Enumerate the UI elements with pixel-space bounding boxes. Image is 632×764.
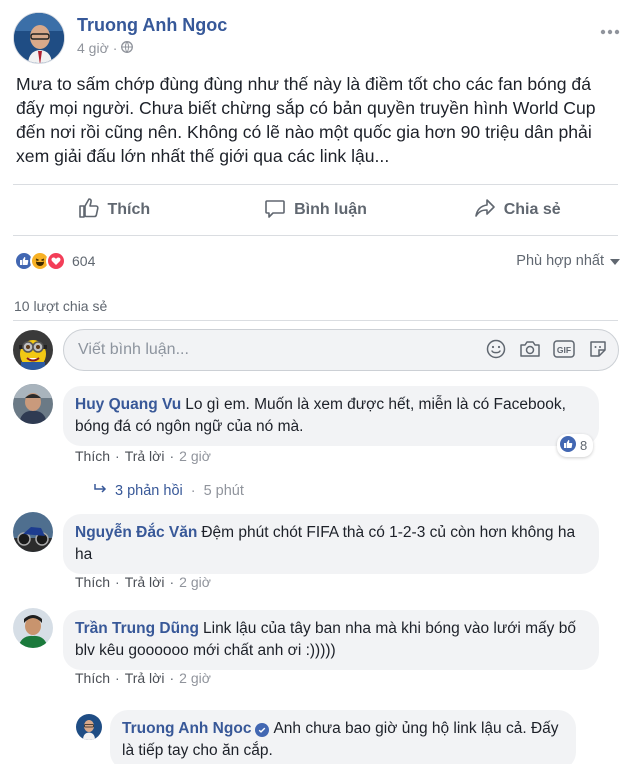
dot-separator: · [115, 670, 120, 686]
dot-separator: · [169, 574, 175, 590]
comment-bubble: Trần Trung Dũng Link lậu của tây ban nha … [63, 610, 599, 670]
comment-author[interactable]: Nguyễn Đắc Văn [75, 524, 197, 541]
like-reaction-icon [560, 436, 576, 455]
comment-input-placeholder: Viết bình luận... [78, 341, 189, 358]
comment-reply-link[interactable]: Trả lời [125, 448, 165, 464]
comment-reply-link[interactable]: Trả lời [125, 574, 165, 590]
reply-bubble: Truong Anh Ngoc Anh chưa bao giờ ủng hộ l… [110, 710, 576, 764]
share-arrow-icon [474, 197, 496, 224]
caret-down-icon [610, 253, 620, 269]
share-button-label: Chia sẻ [503, 201, 561, 218]
comment-button-label: Bình luận [294, 201, 367, 218]
like-button-label: Thích [107, 201, 151, 218]
dot-separator: · [169, 448, 175, 464]
comment-reply-link[interactable]: Trả lời [125, 670, 165, 686]
svg-text:GIF: GIF [557, 345, 571, 355]
author-avatar[interactable] [13, 12, 65, 64]
verified-badge-icon [255, 723, 270, 737]
view-replies-link[interactable]: 3 phản hồi · 5 phút [93, 483, 244, 499]
gif-icon[interactable]: GIF [553, 338, 575, 360]
reply-author-avatar[interactable] [76, 714, 102, 740]
love-reaction-icon [46, 251, 66, 271]
dot-separator: · [190, 483, 196, 499]
comment-like-number: 8 [580, 438, 588, 453]
comment-actions: Thích · Trả lời · 2 giờ [75, 448, 211, 464]
post-action-bar: Thích Bình luận Chia sẻ [13, 184, 618, 236]
post-meta: 4 giờ · [77, 40, 134, 56]
commenter-avatar[interactable] [13, 512, 53, 552]
comment-composer: Viết bình luận... GIF [13, 328, 619, 372]
dot-separator: · [115, 574, 120, 590]
more-options-icon[interactable] [600, 18, 620, 41]
divider [13, 320, 618, 321]
comment-button[interactable]: Bình luận [215, 185, 417, 235]
dot-separator: · [169, 670, 175, 686]
comment-author[interactable]: Trần Trung Dũng [75, 620, 199, 637]
comment-sort-dropdown[interactable]: Phù hợp nhất [516, 253, 620, 269]
comment-like-link[interactable]: Thích [75, 574, 110, 590]
reaction-count[interactable]: 604 [72, 253, 95, 269]
comment-item: Huy Quang Vu Lo gì em. Muốn là xem được h… [13, 382, 619, 508]
emoji-icon[interactable] [485, 338, 507, 360]
commenter-avatar[interactable] [13, 608, 53, 648]
comment-bubble: Huy Quang Vu Lo gì em. Muốn là xem được h… [63, 386, 599, 446]
meta-separator: · [112, 40, 118, 56]
comment-actions: Thích · Trả lời · 2 giờ [75, 670, 211, 686]
replies-time: 5 phút [203, 483, 244, 499]
sticker-icon[interactable] [587, 338, 609, 360]
comment-bubble: Nguyễn Đắc Văn Đệm phút chót FIFA thà có … [63, 514, 599, 574]
comment-actions: Thích · Trả lời · 2 giờ [75, 574, 211, 590]
comment-time[interactable]: 2 giờ [179, 448, 211, 464]
composer-icons: GIF [485, 338, 609, 360]
thumbs-up-icon [78, 197, 100, 224]
reaction-icons[interactable] [14, 251, 66, 271]
post-header: Truong Anh Ngoc 4 giờ · [13, 12, 632, 66]
current-user-avatar[interactable] [13, 330, 53, 370]
dot-separator: · [115, 448, 120, 464]
reactions-row: 604 Phù hợp nhất [14, 248, 620, 274]
comment-like-link[interactable]: Thích [75, 670, 110, 686]
globe-icon [121, 40, 134, 56]
share-button[interactable]: Chia sẻ [416, 185, 618, 235]
comment-like-count[interactable]: 8 [557, 434, 594, 457]
like-button[interactable]: Thích [13, 185, 215, 235]
camera-icon[interactable] [519, 338, 541, 360]
replies-count: 3 phản hồi [115, 483, 183, 499]
comment-item: Nguyễn Đắc Văn Đệm phút chót FIFA thà có … [13, 510, 619, 596]
sort-label: Phù hợp nhất [516, 253, 604, 269]
reply-item: Truong Anh Ngoc Anh chưa bao giờ ủng hộ l… [76, 706, 619, 764]
comment-time[interactable]: 2 giờ [179, 670, 211, 686]
commenter-avatar[interactable] [13, 384, 53, 424]
comment-bubble-icon [264, 197, 286, 224]
post-text: Mưa to sấm chớp đùng đùng như thế này là… [16, 74, 596, 166]
comment-time[interactable]: 2 giờ [179, 574, 211, 590]
reply-author[interactable]: Truong Anh Ngoc [122, 720, 251, 737]
comment-like-link[interactable]: Thích [75, 448, 110, 464]
post-author-name[interactable]: Truong Anh Ngoc [77, 15, 227, 36]
comment-item: Trần Trung Dũng Link lậu của tây ban nha … [13, 606, 619, 698]
comment-author[interactable]: Huy Quang Vu [75, 396, 181, 413]
share-count[interactable]: 10 lượt chia sẻ [14, 298, 107, 314]
post-time[interactable]: 4 giờ [77, 40, 109, 56]
reply-arrow-icon [93, 483, 107, 499]
